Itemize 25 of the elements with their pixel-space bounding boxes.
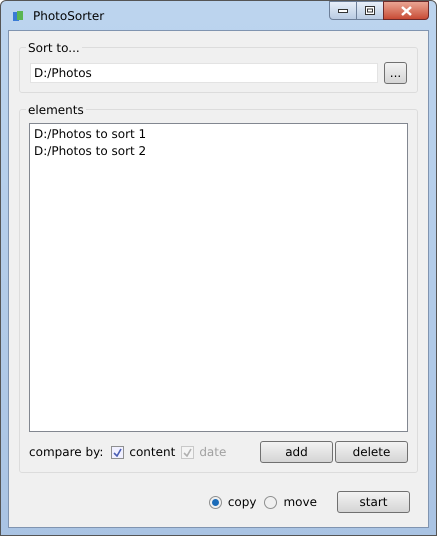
maximize-icon (365, 6, 375, 15)
delete-button[interactable]: delete (335, 441, 408, 463)
radio-button[interactable] (208, 496, 222, 508)
radio-label: copy (228, 494, 256, 511)
check-icon (183, 448, 192, 456)
radio-button[interactable] (264, 496, 278, 508)
checkbox[interactable] (111, 446, 124, 458)
check-icon (113, 448, 122, 456)
path-field[interactable]: D:/Photos (30, 63, 378, 83)
minimize-button[interactable] (329, 1, 357, 20)
close-button[interactable] (383, 1, 429, 20)
app-icon (11, 8, 25, 22)
checkbox-label: date (199, 444, 226, 461)
browse-button[interactable]: ... (384, 62, 407, 84)
maximize-button[interactable] (357, 1, 383, 20)
radio-label: move (283, 494, 317, 511)
minimize-icon (338, 8, 348, 12)
close-icon (400, 6, 412, 16)
list-item[interactable]: D:/Photos to sort 1 (34, 126, 403, 143)
window-title: PhotoSorter (33, 8, 104, 24)
checkbox-label: content (129, 444, 176, 461)
add-button[interactable]: add (260, 441, 333, 463)
list-item[interactable]: D:/Photos to sort 2 (34, 143, 403, 160)
compare-label: compare by: (29, 444, 104, 461)
start-button[interactable]: start (337, 491, 410, 513)
